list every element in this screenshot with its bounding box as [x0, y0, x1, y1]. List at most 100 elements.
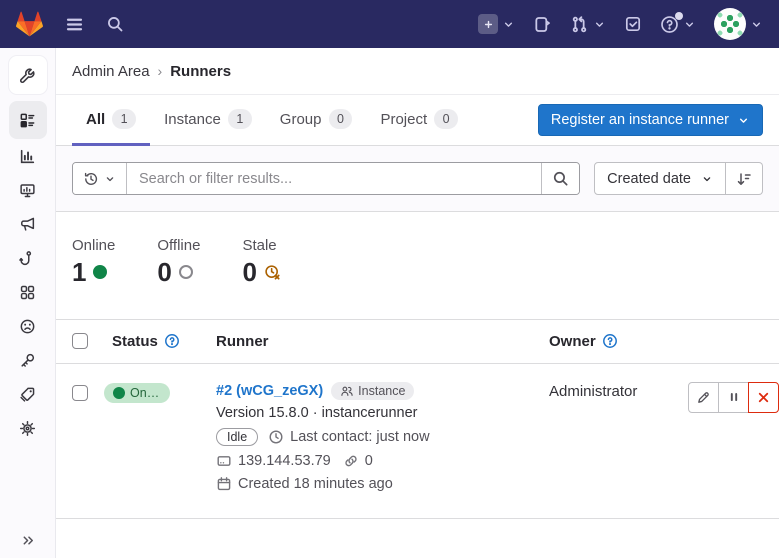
hamburger-menu-button[interactable]: [65, 15, 84, 34]
sidebar-item-admin-area[interactable]: [9, 56, 47, 94]
sidebar-item-settings[interactable]: [9, 412, 47, 445]
search-icon[interactable]: [106, 15, 124, 33]
sidebar-item-abuse-reports[interactable]: [9, 310, 47, 343]
owner-name: Administrator: [549, 383, 637, 400]
breadcrumb-separator: ›: [158, 63, 163, 79]
online-dot-icon: [93, 265, 107, 279]
sidebar-item-deploy-keys[interactable]: [9, 344, 47, 377]
merge-request-icon: [570, 15, 589, 34]
tab-label: Group: [280, 111, 322, 128]
link-icon: [343, 453, 359, 469]
sidebar-item-overview[interactable]: [9, 101, 47, 139]
table-header-row: Status Runner Owner: [56, 319, 779, 364]
stat-value: 1: [72, 258, 86, 287]
sort-direction-button[interactable]: [726, 162, 763, 195]
delete-runner-button[interactable]: [748, 382, 779, 413]
stat-stale: Stale 0: [242, 237, 280, 287]
chevron-down-icon: [502, 18, 515, 31]
issues-icon: [533, 15, 552, 34]
host-icon: [216, 453, 232, 469]
edit-runner-button[interactable]: [688, 382, 719, 413]
runner-version: Version 15.8.0 · instancerunner: [216, 405, 549, 421]
status-help-icon[interactable]: [164, 333, 180, 349]
stat-online: Online 1: [72, 237, 115, 287]
issues-button[interactable]: [533, 15, 552, 34]
tab-group[interactable]: Group 0: [266, 96, 367, 146]
stat-label: Offline: [157, 237, 200, 254]
search-input[interactable]: [127, 163, 541, 194]
runner-type-label: Instance: [358, 384, 405, 398]
runners-table: Status Runner Owner Online: [56, 319, 779, 519]
tab-instance[interactable]: Instance 1: [150, 96, 266, 146]
todo-check-icon: [624, 15, 642, 33]
clock-icon: [268, 429, 284, 445]
pencil-icon: [696, 390, 711, 405]
stat-value: 0: [157, 258, 171, 287]
chevron-down-icon: [701, 173, 713, 185]
created-ago-text: Created 18 minutes ago: [238, 476, 393, 492]
x-icon: [756, 390, 771, 405]
last-contact-text: Last contact: just now: [290, 429, 429, 445]
tab-count-badge: 0: [434, 109, 458, 128]
user-avatar: [714, 8, 746, 40]
pause-runner-button[interactable]: [718, 382, 749, 413]
megaphone-icon: [19, 216, 36, 233]
runner-ip-address: 139.144.53.79: [238, 453, 331, 469]
online-dot-icon: [113, 387, 125, 399]
sidebar-item-analytics[interactable]: [9, 140, 47, 173]
runner-actions: [688, 382, 779, 492]
tab-count-badge: 0: [329, 109, 353, 128]
runner-link[interactable]: #2 (wCG_zeGX): [216, 383, 323, 399]
owner-column-header: Owner: [549, 333, 596, 350]
breadcrumb-admin-area[interactable]: Admin Area: [72, 63, 150, 80]
sort-descending-icon: [736, 171, 752, 187]
sidebar-item-applications[interactable]: [9, 276, 47, 309]
tab-project[interactable]: Project 0: [366, 96, 472, 146]
sort-controls: Created date: [594, 162, 763, 195]
sidebar-expand-button[interactable]: [0, 533, 56, 548]
merge-requests-button[interactable]: [570, 15, 606, 34]
owner-help-icon[interactable]: [602, 333, 618, 349]
stat-offline: Offline 0: [157, 237, 200, 287]
tab-count-badge: 1: [228, 109, 252, 128]
breadcrumb: Admin Area › Runners: [56, 48, 779, 95]
stat-value: 0: [242, 258, 256, 287]
runner-row: Online #2 (wCG_zeGX) Instance Version 15…: [56, 364, 779, 519]
sidebar-item-monitoring[interactable]: [9, 174, 47, 207]
user-menu-button[interactable]: [714, 8, 763, 40]
offline-ring-icon: [179, 265, 193, 279]
search-icon: [552, 170, 569, 187]
sort-by-dropdown[interactable]: Created date: [594, 162, 726, 195]
chevron-down-icon: [750, 18, 763, 31]
top-navbar: [0, 0, 779, 48]
filter-bar: Created date: [56, 146, 779, 212]
filtered-search: [72, 162, 580, 195]
register-button-label: Register an instance runner: [551, 112, 729, 128]
sidebar-item-labels[interactable]: [9, 378, 47, 411]
search-history-button[interactable]: [73, 163, 127, 194]
gear-icon: [19, 420, 36, 437]
tab-count-badge: 1: [112, 109, 136, 128]
help-menu-button[interactable]: [660, 15, 696, 34]
gitlab-logo[interactable]: [16, 11, 43, 37]
stat-label: Online: [72, 237, 115, 254]
register-instance-runner-button[interactable]: Register an instance runner: [538, 104, 763, 136]
tab-label: Project: [380, 111, 427, 128]
notification-dot: [675, 12, 683, 20]
todos-button[interactable]: [624, 15, 642, 33]
new-menu-button[interactable]: [478, 14, 515, 34]
overview-list-icon: [19, 112, 36, 129]
chevron-down-icon: [104, 173, 116, 185]
chevron-down-icon: [737, 114, 750, 127]
row-checkbox[interactable]: [72, 385, 88, 401]
search-submit-button[interactable]: [541, 163, 579, 194]
runner-type-badge: Instance: [331, 382, 414, 400]
admin-sidebar: [0, 48, 56, 558]
tab-all[interactable]: All 1: [72, 96, 150, 146]
sidebar-item-messages[interactable]: [9, 208, 47, 241]
select-all-checkbox[interactable]: [72, 333, 88, 349]
status-badge-label: Online: [130, 386, 161, 400]
sidebar-item-system-hooks[interactable]: [9, 242, 47, 275]
labels-tag-icon: [19, 386, 36, 403]
tab-label: Instance: [164, 111, 221, 128]
